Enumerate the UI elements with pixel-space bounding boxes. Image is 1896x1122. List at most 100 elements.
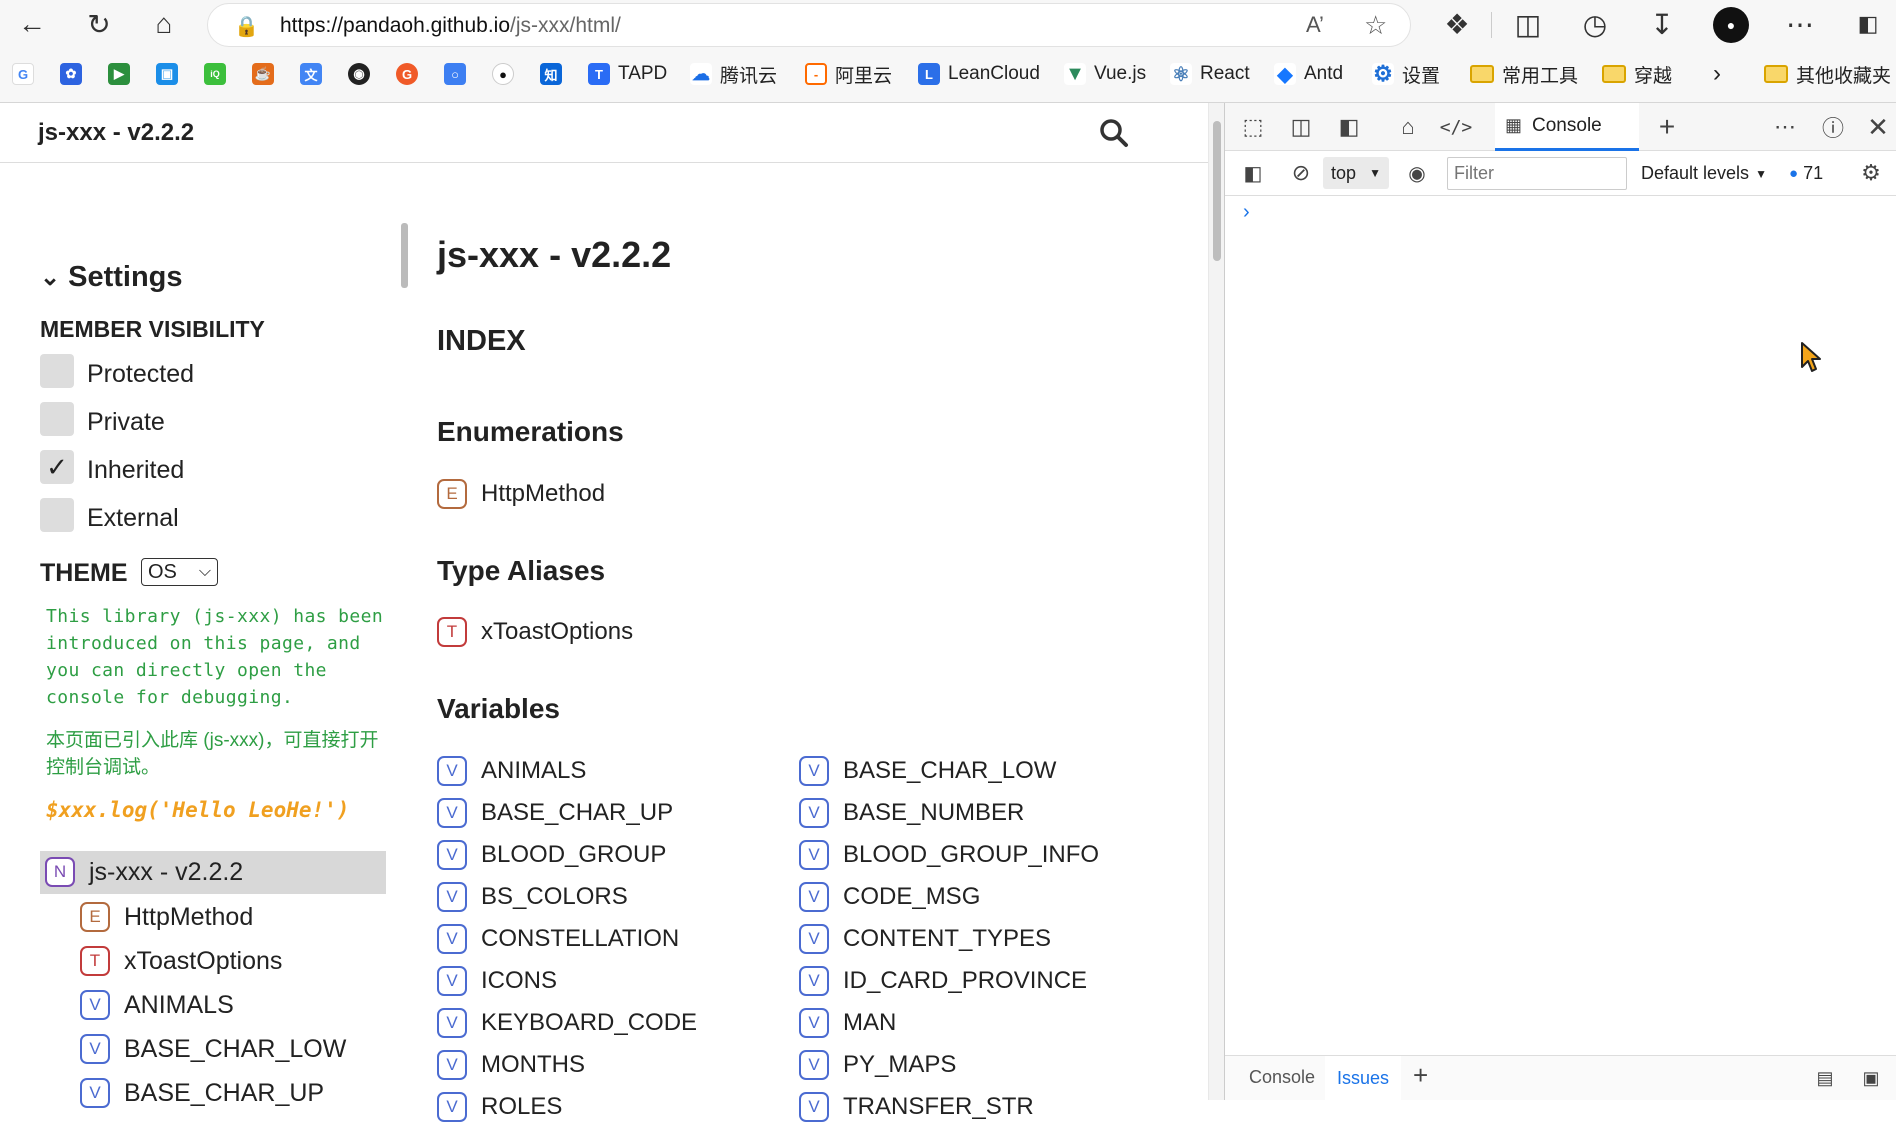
page-scrollbar[interactable] — [1208, 103, 1224, 1100]
more-options-icon[interactable]: ⋯ — [1767, 109, 1803, 145]
bookmark-g-orange[interactable]: G — [396, 58, 426, 90]
more-bookmarks-chevron-icon[interactable]: › — [1713, 58, 1721, 90]
address-bar[interactable]: 🔒 https://pandaoh.github.io/js-xxx/html/… — [207, 3, 1411, 47]
tab-console[interactable]: ▦ Console — [1495, 103, 1639, 151]
history-icon[interactable]: ◷ — [1575, 4, 1615, 44]
bookmark-java[interactable]: ☕ — [252, 58, 282, 90]
inherited-checkbox[interactable]: ✓ — [40, 450, 74, 484]
message-count-badge[interactable]: ● 71 — [1789, 163, 1823, 184]
search-icon[interactable] — [1098, 117, 1130, 149]
variable-link[interactable]: V BLOOD_GROUP_INFO — [799, 840, 1099, 870]
bookmark-baidu[interactable]: ✿ — [60, 58, 90, 90]
add-drawer-tab-icon[interactable]: + — [1413, 1060, 1428, 1091]
default-levels-dropdown[interactable]: Default levels ▼ — [1641, 163, 1767, 184]
external-checkbox[interactable] — [40, 498, 74, 532]
profile-avatar[interactable]: ● — [1713, 7, 1749, 43]
sidebar-toggle-icon[interactable]: ◧ — [1235, 155, 1271, 191]
variable-link[interactable]: V TRANSFER_STR — [799, 1092, 1034, 1122]
variable-link[interactable]: V BASE_NUMBER — [799, 798, 1024, 828]
split-screen-icon[interactable]: ◫ — [1508, 4, 1548, 44]
variable-link[interactable]: V BS_COLORS — [437, 882, 628, 912]
more-menu-icon[interactable]: ⋯ — [1780, 4, 1820, 44]
console-settings-gear-icon[interactable]: ⚙ — [1853, 155, 1889, 191]
bookmark-folder-other[interactable]: 其他收藏夹 — [1764, 58, 1891, 90]
variable-link[interactable]: V BASE_CHAR_LOW — [799, 756, 1056, 786]
theme-select[interactable]: OS ⌵ — [141, 558, 218, 586]
variable-link[interactable]: V MAN — [799, 1008, 896, 1038]
private-checkbox[interactable] — [40, 402, 74, 436]
variable-link[interactable]: V BLOOD_GROUP — [437, 840, 666, 870]
nav-item-base-char-low[interactable]: V BASE_CHAR_LOW — [80, 1034, 346, 1064]
variable-link[interactable]: V CONTENT_TYPES — [799, 924, 1051, 954]
enum-link-httpmethod[interactable]: E HttpMethod — [437, 479, 605, 509]
home-icon[interactable]: ⌂ — [144, 4, 184, 44]
refresh-icon[interactable]: ↻ — [79, 4, 119, 44]
variable-link[interactable]: V PY_MAPS — [799, 1050, 956, 1080]
bookmark-aliyun[interactable]: - 阿里云 — [805, 58, 892, 90]
nav-item-base-char-up[interactable]: V BASE_CHAR_UP — [80, 1078, 324, 1108]
site-title[interactable]: js-xxx - v2.2.2 — [38, 119, 194, 147]
bookmark-settings[interactable]: ⚙ 设置 — [1372, 58, 1440, 90]
elements-icon[interactable]: </> — [1438, 109, 1474, 145]
bookmark-panda[interactable]: ● — [492, 58, 522, 90]
filter-input[interactable] — [1447, 157, 1627, 190]
bookmark-folder-travel[interactable]: 穿越 — [1602, 58, 1672, 90]
lock-icon[interactable]: 🔒 — [234, 14, 259, 39]
nav-item-httpmethod[interactable]: E HttpMethod — [80, 902, 253, 932]
variable-link[interactable]: V BASE_CHAR_UP — [437, 798, 673, 828]
bookmark-translate[interactable]: 文 — [300, 58, 330, 90]
drawer-tab-issues[interactable]: Issues — [1325, 1056, 1401, 1101]
nav-item-xtoastoptions[interactable]: TxToastOptions — [80, 946, 282, 976]
variable-link[interactable]: V ROLES — [437, 1092, 562, 1122]
bookmark-github[interactable]: ◉ — [348, 58, 378, 90]
protected-checkbox[interactable] — [40, 354, 74, 388]
extensions-icon[interactable]: ❖ — [1437, 4, 1477, 44]
bookmark-blue-app[interactable]: ○ — [444, 58, 474, 90]
settings-toggle[interactable]: ⌄ Settings — [40, 261, 183, 294]
favorite-star-icon[interactable]: ☆ — [1364, 10, 1387, 41]
variable-link[interactable]: V MONTHS — [437, 1050, 585, 1080]
inspect-element-icon[interactable]: ⬚ — [1235, 109, 1271, 145]
expand-drawer-icon[interactable]: ▣ — [1853, 1060, 1889, 1096]
variable-link[interactable]: V CODE_MSG — [799, 882, 980, 912]
type-link-xtoastoptions[interactable]: TxToastOptions — [437, 617, 633, 647]
variable-link[interactable]: V CONSTELLATION — [437, 924, 679, 954]
protected-label: Protected — [87, 360, 195, 388]
variable-link[interactable]: V ICONS — [437, 966, 557, 996]
undock-drawer-icon[interactable]: ▤ — [1807, 1060, 1843, 1096]
nav-item-animals[interactable]: V ANIMALS — [80, 990, 234, 1020]
bookmark-vue[interactable]: ▼ Vue.js — [1064, 58, 1146, 90]
back-icon[interactable]: ← — [12, 4, 52, 44]
downloads-icon[interactable]: ↧ — [1642, 4, 1682, 44]
bookmark-tencent-cloud[interactable]: ☁ 腾讯云 — [690, 58, 777, 90]
variable-link[interactable]: V ANIMALS — [437, 756, 586, 786]
bookmark-play[interactable]: ▶ — [108, 58, 138, 90]
variable-link[interactable]: V ID_CARD_PROVINCE — [799, 966, 1087, 996]
sidebar-scrollbar[interactable] — [401, 223, 408, 288]
bookmark-bilibili[interactable]: ▣ — [156, 58, 186, 90]
read-aloud-icon[interactable]: A’ — [1306, 12, 1324, 38]
bookmark-zhihu[interactable]: 知 — [540, 58, 570, 90]
bookmark-tapd[interactable]: T TAPD — [588, 58, 667, 90]
help-icon[interactable]: ⓘ — [1815, 109, 1851, 145]
sidebar-toggle-icon[interactable]: ◧ — [1848, 4, 1888, 44]
clear-console-icon[interactable]: ⊘ — [1283, 155, 1319, 191]
context-select[interactable]: top ▼ — [1323, 157, 1389, 189]
bookmark-folder-tools[interactable]: 常用工具 — [1470, 58, 1578, 90]
variable-link[interactable]: V KEYBOARD_CODE — [437, 1008, 697, 1038]
nav-item-root[interactable]: Njs-xxx - v2.2.2 — [45, 857, 243, 887]
bookmark-antd[interactable]: ◆ Antd — [1274, 58, 1343, 90]
bookmark-leancloud[interactable]: L LeanCloud — [918, 58, 1040, 90]
welcome-home-icon[interactable]: ⌂ — [1390, 109, 1426, 145]
bookmark-iqiyi[interactable]: iQ — [204, 58, 234, 90]
page-scrollbar-thumb[interactable] — [1213, 121, 1221, 261]
dock-side-icon[interactable]: ◧ — [1331, 109, 1367, 145]
bookmark-google[interactable]: G — [12, 58, 42, 90]
console-input[interactable] — [1241, 221, 1881, 249]
add-tab-icon[interactable]: + — [1649, 109, 1685, 145]
drawer-tab-console[interactable]: Console — [1249, 1067, 1315, 1088]
bookmark-react[interactable]: ⚛ React — [1170, 58, 1250, 90]
close-icon[interactable]: ✕ — [1860, 109, 1896, 145]
device-emulation-icon[interactable]: ◫ — [1283, 109, 1319, 145]
live-expression-eye-icon[interactable]: ◉ — [1399, 155, 1435, 191]
